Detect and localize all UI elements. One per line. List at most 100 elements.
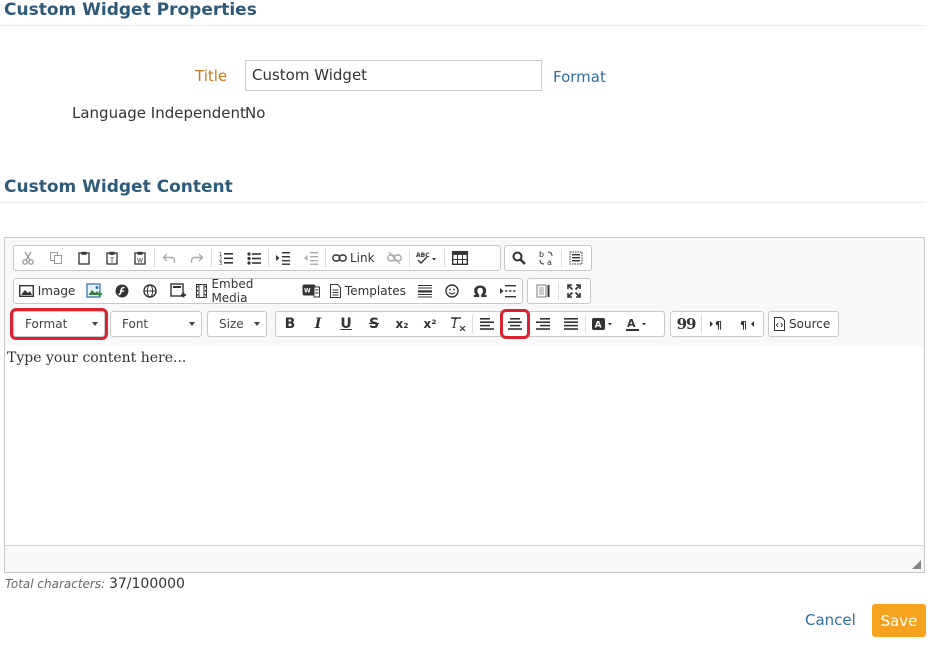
iframe-globe-icon[interactable] (136, 279, 164, 303)
editor-toolbar: T W 123 Link ABC b a Image Embed Media W… (5, 238, 924, 347)
maximize-icon[interactable] (559, 279, 589, 303)
paste-text-icon[interactable]: T (98, 246, 126, 270)
svg-text:¶: ¶ (715, 319, 722, 330)
format-dropdown[interactable]: Format (10, 308, 108, 340)
svg-text:¶: ¶ (740, 319, 747, 330)
font-dropdown-label: Font (122, 317, 149, 331)
chevron-down-icon (254, 322, 260, 326)
toolbar-group-find: ba (504, 245, 592, 271)
replace-icon[interactable]: ba (533, 246, 561, 270)
copy-icon[interactable] (42, 246, 70, 270)
link-label: Link (350, 251, 375, 265)
character-count: Total characters: 37/100000 (5, 576, 185, 592)
flash-icon[interactable] (108, 279, 136, 303)
font-dropdown[interactable]: Font (110, 311, 202, 337)
image-button[interactable]: Image (14, 279, 80, 303)
template-icon (329, 284, 341, 298)
properties-heading: Custom Widget Properties (4, 0, 257, 20)
background-color-icon[interactable]: A (586, 312, 620, 336)
svg-text:ABC: ABC (416, 252, 430, 259)
svg-text:A: A (595, 321, 602, 331)
link-icon (332, 253, 347, 263)
chevron-down-icon (92, 322, 98, 326)
svg-text:A: A (627, 317, 636, 330)
title-input[interactable]: Custom Widget (245, 60, 542, 91)
paste-word-icon[interactable]: W (126, 246, 154, 270)
svg-text:I: I (451, 317, 458, 331)
image-label: Image (37, 284, 76, 298)
toolbar-group-view (527, 278, 591, 304)
rich-text-editor: T W 123 Link ABC b a Image Embed Media W… (4, 237, 925, 573)
ltr-direction-icon[interactable]: ¶ (702, 312, 732, 336)
redo-icon[interactable] (183, 246, 211, 270)
bold-button[interactable]: B (276, 312, 304, 336)
toolbar-group-blocks: 99 ¶ ¶ (670, 311, 764, 337)
divider (0, 25, 926, 26)
align-right-icon[interactable] (529, 312, 557, 336)
undo-icon[interactable] (155, 246, 183, 270)
strikethrough-button[interactable]: S (360, 312, 388, 336)
horizontal-rule-icon[interactable] (411, 279, 439, 303)
paste-icon[interactable] (70, 246, 98, 270)
resize-handle-icon[interactable] (912, 560, 921, 569)
film-icon (196, 284, 208, 298)
select-all-icon[interactable] (562, 246, 590, 270)
source-button[interactable]: Source (769, 312, 835, 336)
content-heading: Custom Widget Content (4, 177, 233, 197)
special-character-icon[interactable]: Ω (466, 279, 494, 303)
language-independent-value: No (245, 104, 266, 122)
smiley-icon[interactable] (438, 279, 466, 303)
format-dropdown-label: Format (25, 317, 68, 331)
svg-text:W: W (137, 258, 143, 265)
source-icon (774, 317, 785, 331)
indent-icon[interactable] (269, 246, 297, 270)
templates-button[interactable]: Templates (325, 279, 410, 303)
outdent-icon[interactable] (297, 246, 325, 270)
toolbar-group-source: Source (768, 311, 839, 337)
align-left-icon[interactable] (473, 312, 501, 336)
editor-content-area[interactable]: Type your content here... (5, 346, 924, 546)
chevron-down-icon (189, 322, 195, 326)
image-icon (18, 285, 34, 297)
toolbar-group-styles: B I U S x₂ x² I A A (275, 309, 665, 339)
templates-label: Templates (344, 284, 406, 298)
embed-media-button[interactable]: Embed Media (191, 277, 297, 305)
page-break-icon[interactable] (494, 279, 522, 303)
format-link[interactable]: Format (553, 68, 606, 86)
media-embed-icon[interactable]: W (297, 279, 325, 303)
svg-text:b: b (539, 250, 544, 259)
size-dropdown[interactable]: Size (207, 311, 267, 337)
spellcheck-icon[interactable]: ABC (410, 246, 444, 270)
source-label: Source (789, 317, 831, 331)
insert-widget-icon[interactable] (164, 279, 192, 303)
bulleted-list-icon[interactable] (240, 246, 268, 270)
text-color-icon[interactable]: A (620, 312, 654, 336)
show-blocks-icon[interactable] (528, 279, 558, 303)
numbered-list-icon[interactable]: 123 (212, 246, 240, 270)
underline-button[interactable]: U (332, 312, 360, 336)
svg-text:3: 3 (219, 261, 222, 265)
rtl-direction-icon[interactable]: ¶ (732, 312, 762, 336)
align-center-icon[interactable] (500, 309, 530, 339)
image-gallery-icon[interactable] (80, 279, 108, 303)
subscript-button[interactable]: x₂ (388, 312, 416, 336)
find-icon[interactable] (505, 246, 533, 270)
link-button[interactable]: Link (326, 246, 381, 270)
blockquote-button[interactable]: 99 (671, 312, 701, 336)
save-button[interactable]: Save (872, 604, 926, 637)
size-dropdown-label: Size (219, 317, 244, 331)
cut-icon[interactable] (14, 246, 42, 270)
embed-media-label: Embed Media (211, 277, 254, 305)
svg-text:a: a (547, 258, 552, 266)
italic-button[interactable]: I (304, 312, 332, 336)
svg-text:T: T (109, 257, 115, 265)
toolbar-group-insert: Image Embed Media W Templates Ω (13, 277, 523, 305)
character-count-value: 37/100000 (108, 576, 185, 592)
unlink-icon[interactable] (381, 246, 409, 270)
cancel-button[interactable]: Cancel (805, 611, 856, 629)
table-icon[interactable] (445, 246, 475, 270)
justify-icon[interactable] (557, 312, 585, 336)
remove-format-icon[interactable]: I (444, 312, 472, 336)
superscript-button[interactable]: x² (416, 312, 444, 336)
toolbar-group-clipboard: T W 123 Link ABC (13, 245, 501, 271)
